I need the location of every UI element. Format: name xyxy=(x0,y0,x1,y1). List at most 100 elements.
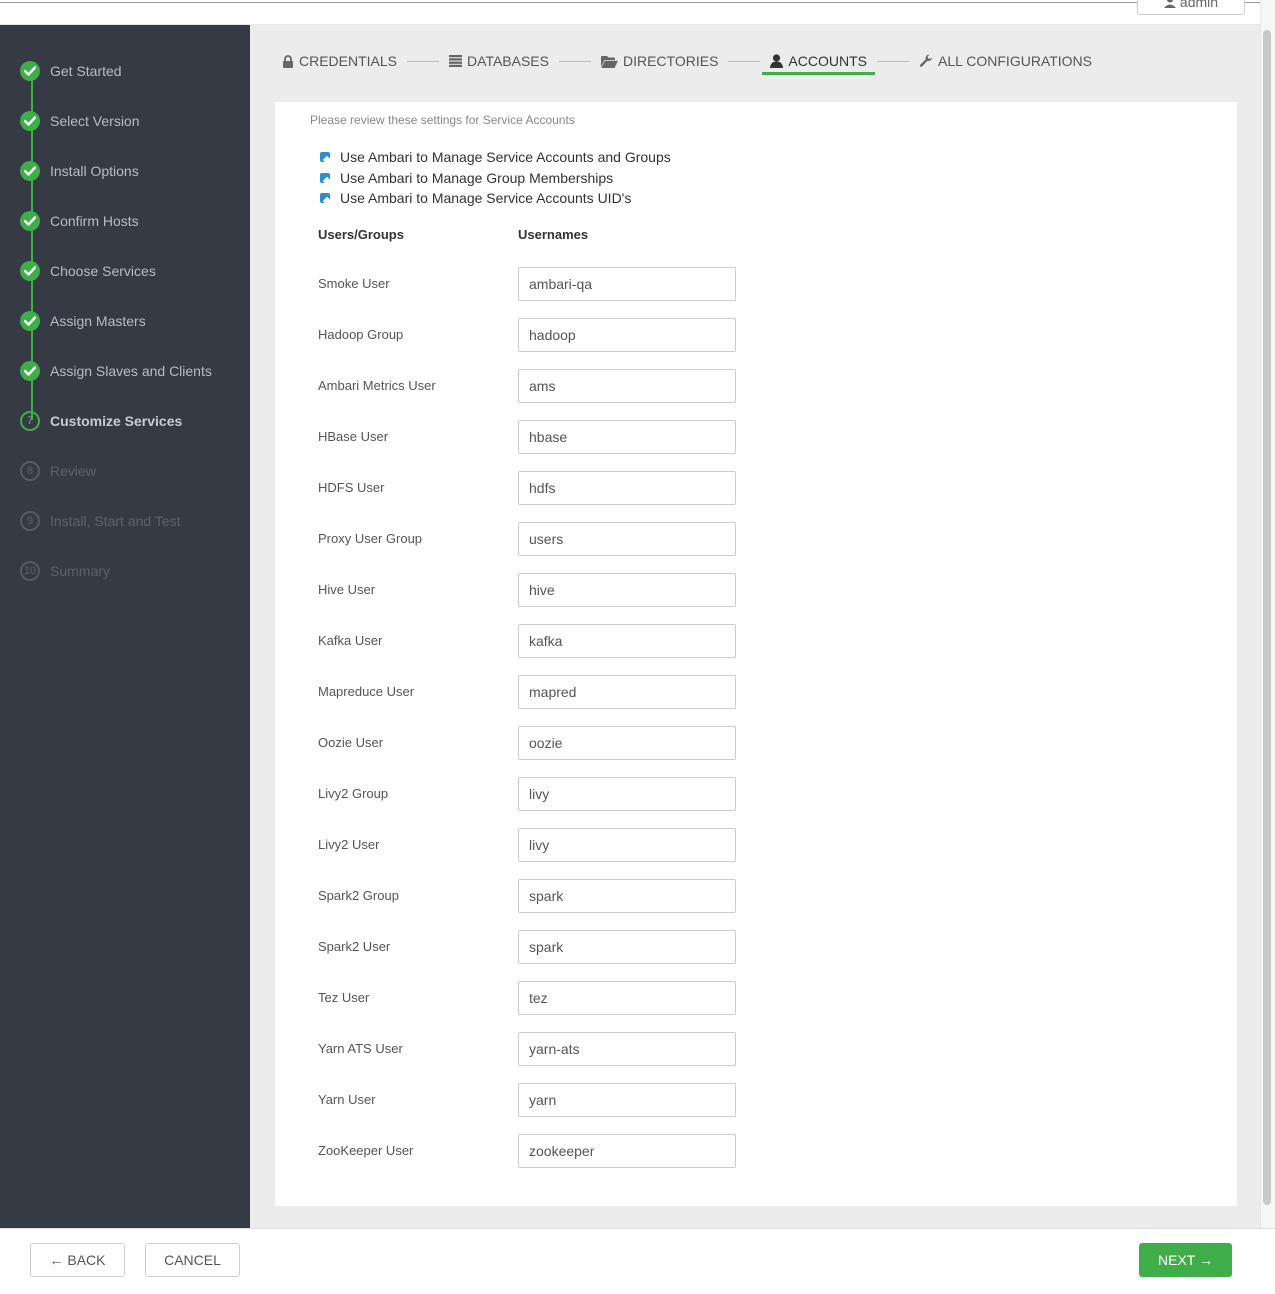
username-input[interactable] xyxy=(518,777,736,811)
username-input[interactable] xyxy=(518,369,736,403)
username-input[interactable] xyxy=(518,471,736,505)
wizard-step[interactable]: Select Version xyxy=(20,109,140,133)
username-input[interactable] xyxy=(518,420,736,454)
account-row: Yarn ATS User xyxy=(318,1032,738,1066)
tab-separator xyxy=(558,60,591,62)
checkbox-label: Use Ambari to Manage Service Accounts an… xyxy=(340,149,671,165)
account-label: Yarn User xyxy=(318,1092,376,1107)
wizard-step-label: Confirm Hosts xyxy=(50,213,139,229)
wizard-step: 8 Review xyxy=(20,459,96,483)
folder-open-icon xyxy=(600,55,618,68)
username-input[interactable] xyxy=(518,624,736,658)
check-icon xyxy=(20,361,40,381)
account-row: Livy2 User xyxy=(318,828,738,862)
wizard-step-label: Review xyxy=(50,463,96,479)
top-divider xyxy=(0,2,1275,3)
checkbox[interactable] xyxy=(320,193,330,203)
user-menu-button[interactable]: admin xyxy=(1137,0,1245,15)
username-input[interactable] xyxy=(518,573,736,607)
wizard-step-label: Choose Services xyxy=(50,263,156,279)
account-option[interactable]: Use Ambari to Manage Service Accounts UI… xyxy=(320,189,631,207)
wrench-icon xyxy=(919,54,933,68)
wizard-step[interactable]: Get Started xyxy=(20,59,122,83)
username-input[interactable] xyxy=(518,1083,736,1117)
username-input[interactable] xyxy=(518,981,736,1015)
tab-separator xyxy=(876,60,909,62)
account-row: Spark2 User xyxy=(318,930,738,964)
account-row: Yarn User xyxy=(318,1083,738,1117)
tab-separator xyxy=(407,60,440,62)
account-label: Livy2 Group xyxy=(318,786,389,801)
username-input[interactable] xyxy=(518,930,736,964)
username-input[interactable] xyxy=(518,522,736,556)
cancel-button[interactable]: CANCEL xyxy=(145,1243,240,1277)
step-number: 8 xyxy=(20,461,40,481)
list-icon xyxy=(449,55,463,67)
account-label: HBase User xyxy=(318,429,389,444)
username-input[interactable] xyxy=(518,267,736,301)
wizard-step-label: Customize Services xyxy=(50,413,183,429)
account-row: Kafka User xyxy=(318,624,738,658)
account-label: Yarn ATS User xyxy=(318,1041,403,1056)
tab-label: DATABASES xyxy=(467,53,549,69)
accounts-intro-text: Please review these settings for Service… xyxy=(310,113,575,127)
tab-label: ACCOUNTS xyxy=(788,53,867,69)
user-icon xyxy=(1163,0,1176,8)
username-input[interactable] xyxy=(518,879,736,913)
wizard-step[interactable]: Assign Slaves and Clients xyxy=(20,359,212,383)
account-row: Hive User xyxy=(318,573,738,607)
wizard-step: 7 Customize Services xyxy=(20,409,182,433)
username-input[interactable] xyxy=(518,828,736,862)
lock-icon xyxy=(282,54,294,68)
top-bar xyxy=(0,0,1260,25)
account-row: Spark2 Group xyxy=(318,879,738,913)
users-groups-header: Users/Groups xyxy=(318,227,404,242)
back-button[interactable]: ← BACK xyxy=(30,1243,125,1277)
check-icon xyxy=(20,261,40,281)
account-label: Oozie User xyxy=(318,735,384,750)
wizard-step[interactable]: Install Options xyxy=(20,159,139,183)
account-label: Livy2 User xyxy=(318,837,380,852)
account-label: ZooKeeper User xyxy=(318,1143,414,1158)
wizard-step-label: Select Version xyxy=(50,113,140,129)
checkbox-label: Use Ambari to Manage Service Accounts UI… xyxy=(340,190,632,206)
config-tabs: CREDENTIALS DATABASES DIRECTORIES ACCOUNTS A… xyxy=(282,50,1092,75)
tab-accounts[interactable]: ACCOUNTS xyxy=(762,53,875,75)
username-input[interactable] xyxy=(518,675,736,709)
tab-directories[interactable]: DIRECTORIES xyxy=(600,53,719,69)
tab-credentials[interactable]: CREDENTIALS xyxy=(282,53,397,69)
check-icon xyxy=(20,161,40,181)
wizard-step: 10 Summary xyxy=(20,559,110,583)
account-label: Smoke User xyxy=(318,276,390,291)
account-label: Hadoop Group xyxy=(318,327,404,342)
account-row: HDFS User xyxy=(318,471,738,505)
tab-databases[interactable]: DATABASES xyxy=(449,53,549,69)
wizard-step[interactable]: Choose Services xyxy=(20,259,156,283)
next-button[interactable]: NEXT → xyxy=(1139,1243,1232,1277)
wizard-step[interactable]: Assign Masters xyxy=(20,309,146,333)
step-number: 10 xyxy=(20,561,40,581)
tab-label: DIRECTORIES xyxy=(622,53,719,69)
wizard-step-label: Install, Start and Test xyxy=(50,513,181,529)
checkbox[interactable] xyxy=(320,152,330,162)
account-row: Livy2 Group xyxy=(318,777,738,811)
username-input[interactable] xyxy=(518,726,736,760)
username-input[interactable] xyxy=(518,318,736,352)
username-input[interactable] xyxy=(518,1032,736,1066)
account-row: Mapreduce User xyxy=(318,675,738,709)
wizard-step: 9 Install, Start and Test xyxy=(20,509,180,533)
wizard-sidebar xyxy=(0,25,250,1228)
account-option[interactable]: Use Ambari to Manage Group Memberships xyxy=(320,169,613,187)
tab-label: ALL CONFIGURATIONS xyxy=(937,53,1093,69)
step-number: 9 xyxy=(20,511,40,531)
wizard-step-label: Assign Slaves and Clients xyxy=(50,363,212,379)
checkbox[interactable] xyxy=(320,172,330,183)
account-option[interactable]: Use Ambari to Manage Service Accounts an… xyxy=(320,148,671,166)
username-input[interactable] xyxy=(518,1134,736,1168)
account-label: Proxy User Group xyxy=(318,531,423,546)
wizard-step[interactable]: Confirm Hosts xyxy=(20,209,139,233)
scrollbar-thumb[interactable] xyxy=(1263,30,1271,1205)
wizard-step-label: Install Options xyxy=(50,163,139,179)
account-row: Tez User xyxy=(318,981,738,1015)
tab-all-configurations[interactable]: ALL CONFIGURATIONS xyxy=(919,53,1092,69)
